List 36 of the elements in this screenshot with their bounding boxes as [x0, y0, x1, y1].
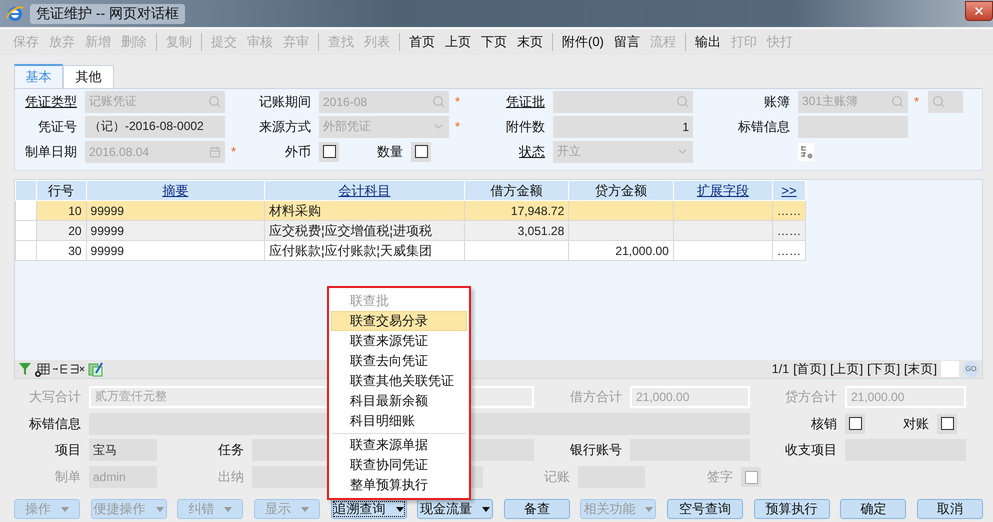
required-mark: *: [454, 94, 462, 109]
page-count: 1/1: [772, 362, 790, 376]
field-label: 项目: [54, 441, 82, 459]
field-label: 记账期间: [258, 92, 312, 110]
field-label: 附件数: [505, 118, 546, 136]
column-header: 贷方金额: [568, 180, 674, 200]
field-label: 制单日期: [24, 142, 78, 160]
checkbox-label: 对账: [902, 414, 930, 432]
column-header: 借方金额: [464, 180, 569, 200]
field-label: 贷方合计: [784, 388, 838, 406]
field-label: 收支项目: [784, 441, 838, 459]
field-label: 账簿: [763, 92, 791, 110]
field-label: 凭证号: [37, 118, 78, 136]
table-cell: 30: [36, 240, 86, 260]
field-label: 借方合计: [569, 388, 623, 406]
column-header: 行号: [36, 180, 86, 200]
required-mark: *: [230, 144, 238, 159]
required-mark: *: [913, 94, 920, 109]
field-label: 标错信息: [28, 414, 82, 432]
checkbox-label: 外币: [284, 142, 312, 160]
table-cell: 应付账款¦应付账款¦天威集团: [264, 240, 464, 260]
window-title: 凭证维护 -- 网页对话框: [30, 4, 186, 24]
field-label: 大写合计: [28, 388, 82, 406]
required-mark: *: [454, 119, 462, 134]
field-label: 银行账号: [569, 441, 623, 459]
field-label: 来源方式: [258, 118, 312, 136]
table-cell: 21,000.00: [568, 240, 674, 260]
field-label: 标错信息: [737, 118, 791, 136]
checkbox-label: 签字: [706, 468, 734, 486]
field-label: 记账: [543, 468, 571, 486]
field-label: 出纳: [217, 468, 245, 486]
checkbox-label: 核销: [810, 414, 838, 432]
table-cell: 99999: [86, 240, 265, 260]
field-label: 制单: [54, 468, 82, 486]
checkbox-label: 数量: [376, 142, 404, 160]
field-label: 任务: [217, 441, 245, 459]
